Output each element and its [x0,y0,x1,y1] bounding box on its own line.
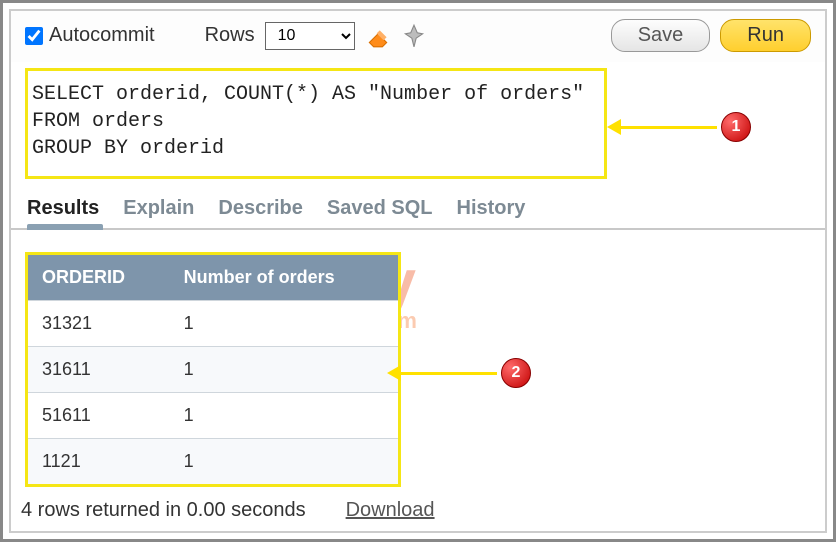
table-row: 51611 1 [28,393,398,439]
col-orderid: ORDERID [28,255,170,301]
toolbar: Autocommit Rows 10 Save Run [11,11,825,62]
cell-orderid: 51611 [28,393,170,439]
rows-label: Rows [205,24,255,47]
tabs: Results Explain Describe Saved SQL Histo… [11,191,825,230]
tab-results[interactable]: Results [27,197,99,220]
autocommit-toggle[interactable]: Autocommit [25,24,155,47]
cell-orderid: 1121 [28,439,170,485]
cell-count: 1 [170,439,398,485]
tab-explain[interactable]: Explain [123,197,194,220]
callout-1: 1 [621,112,751,142]
arrow-icon [401,372,497,375]
download-link[interactable]: Download [346,499,435,522]
status-bar: 4 rows returned in 0.00 seconds Download [11,495,825,530]
cell-orderid: 31611 [28,347,170,393]
run-button[interactable]: Run [720,19,811,52]
arrow-icon [621,126,717,129]
table-row: 31611 1 [28,347,398,393]
cell-count: 1 [170,393,398,439]
rows-select[interactable]: 10 [265,22,355,50]
callout-2: 2 [401,358,531,388]
cell-orderid: 31321 [28,301,170,347]
callout-bubble-2: 2 [501,358,531,388]
autocommit-checkbox[interactable] [25,27,43,45]
cell-count: 1 [170,301,398,347]
tab-saved-sql[interactable]: Saved SQL [327,197,433,220]
save-button[interactable]: Save [611,19,711,52]
eraser-icon[interactable] [365,23,391,49]
col-number-of-orders: Number of orders [170,255,398,301]
table-row: 31321 1 [28,301,398,347]
tab-describe[interactable]: Describe [218,197,303,220]
table-row: 1121 1 [28,439,398,485]
status-text: 4 rows returned in 0.00 seconds [21,499,306,522]
callout-bubble-1: 1 [721,112,751,142]
results-area: ORDERID Number of orders 31321 1 31611 1… [11,230,825,495]
sql-editor[interactable]: SELECT orderid, COUNT(*) AS "Number of o… [25,68,607,179]
pin-icon[interactable] [401,23,427,49]
results-table: ORDERID Number of orders 31321 1 31611 1… [28,255,398,484]
results-box: ORDERID Number of orders 31321 1 31611 1… [25,252,401,487]
cell-count: 1 [170,347,398,393]
autocommit-label: Autocommit [49,24,155,47]
tab-history[interactable]: History [457,197,526,220]
